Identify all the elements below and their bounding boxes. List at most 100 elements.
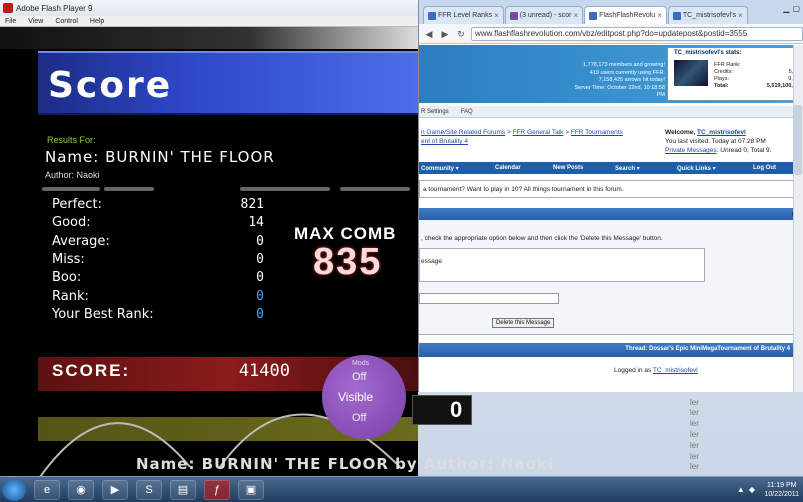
avatar[interactable] — [674, 60, 708, 86]
private-messages-link[interactable]: Private Messages — [665, 147, 717, 154]
song-author: Author: Naoki — [45, 170, 100, 180]
tab-close-icon[interactable]: × — [657, 11, 662, 20]
breadcrumb-link[interactable]: FFR General Talk — [513, 129, 564, 136]
tab-flashflashrevolution[interactable]: FlashFlashRevolu × — [584, 6, 667, 24]
maximize-icon[interactable]: ▢ — [792, 4, 800, 13]
chrome-icon[interactable]: ◉ — [68, 480, 94, 500]
reload-icon[interactable]: ↻ — [455, 28, 467, 40]
network-icon[interactable]: ▲ — [737, 485, 745, 494]
delete-options-box — [419, 248, 705, 282]
divider-dash — [104, 187, 154, 191]
thread-prefix: Thread: — [625, 346, 648, 352]
volume-icon[interactable]: ◆ — [749, 485, 755, 494]
media-icon[interactable]: ▶ — [102, 480, 128, 500]
reason-input[interactable] — [419, 293, 559, 304]
tab-user-stats[interactable]: TC_mistrisofevl's × — [667, 6, 748, 24]
tab-unread-score[interactable]: (3 unread) - scor × — [504, 6, 584, 24]
user-stats-title[interactable]: TC_mistrisofevl's stats: — [674, 50, 741, 56]
folder-icon[interactable]: ▤ — [170, 480, 196, 500]
tab-label: TC_mistrisofevl's — [682, 12, 736, 19]
stat-perfect-label: Perfect: — [52, 197, 102, 212]
welcome-prefix: Welcome, — [665, 129, 698, 136]
ie-icon[interactable]: e — [34, 480, 60, 500]
desktop-text-line: ler — [690, 398, 699, 407]
site-subnav: R Settings FAQ — [419, 106, 803, 118]
skype-icon[interactable]: S — [136, 480, 162, 500]
score-heading: Score — [48, 65, 173, 106]
minimize-icon[interactable]: ▁ — [783, 4, 789, 13]
divider-dash — [42, 187, 100, 191]
breadcrumb-link[interactable]: FFR Tournaments — [571, 129, 623, 136]
nav-calendar[interactable]: Calendar — [495, 165, 521, 171]
user-stat-key: Total: — [714, 83, 729, 89]
divider-dash — [240, 187, 330, 191]
welcome-user-link[interactable]: TC_mistrisofevl — [697, 129, 746, 136]
scrollbar-thumb[interactable] — [794, 105, 802, 175]
mods-visible-label: Visible — [338, 390, 374, 404]
system-tray: ▲ ◆ — [737, 485, 755, 494]
stat-server-time: Server Time: October 22nd, 10:18:58 PM — [574, 84, 666, 99]
tab-close-icon[interactable]: × — [574, 11, 579, 20]
site-stats: 1,778,173 members and growing! 419 users… — [569, 62, 666, 100]
menu-view[interactable]: View — [28, 18, 43, 25]
desktop-text-line: ler — [690, 452, 699, 461]
nav-quick-links[interactable]: Quick Links ▾ — [677, 165, 716, 172]
subnav-settings[interactable]: R Settings — [421, 109, 449, 115]
nav-new-posts[interactable]: New Posts — [553, 165, 583, 171]
user-stat-key: Plays: — [714, 76, 729, 82]
stat-boo-label: Boo: — [52, 270, 82, 285]
scrollbar[interactable] — [793, 45, 803, 392]
tab-ffr-level-ranks[interactable]: FFR Level Ranks × — [423, 6, 504, 24]
taskbar: e ◉ ▶ S ▤ ƒ ▣ ▲ ◆ 11:19 PM 10/22/2011 — [0, 476, 803, 502]
breadcrumb-link[interactable]: n Game/Site Related Forums — [421, 129, 505, 136]
desktop-text-line: ler — [690, 430, 699, 439]
tab-label: (3 unread) - scor — [519, 12, 572, 19]
menu-help[interactable]: Help — [90, 18, 104, 25]
nav-search[interactable]: Search ▾ — [615, 165, 640, 172]
stat-arrows: 7,158,425 arrows hit today! — [598, 77, 665, 83]
breadcrumb-link[interactable]: ent of Brutality 4 — [421, 138, 468, 145]
address-bar[interactable]: www.flashflashrevolution.com/vbz/editpos… — [471, 26, 803, 41]
welcome-box: Welcome, TC_mistrisofevl You last visite… — [665, 128, 803, 155]
stat-good-value: 14 — [248, 215, 264, 230]
breadcrumb: n Game/Site Related Forums > FFR General… — [421, 128, 661, 146]
flash-icon[interactable]: ƒ — [204, 480, 230, 500]
stat-best-rank-value: 0 — [256, 307, 264, 322]
nav-community[interactable]: Community ▾ — [421, 165, 459, 172]
tab-strip: FFR Level Ranks × (3 unread) - scor × Flas… — [419, 0, 803, 24]
favicon-icon — [672, 11, 681, 20]
subnav-faq[interactable]: FAQ — [461, 109, 473, 115]
browser-window[interactable]: FFR Level Ranks × (3 unread) - scor × Flas… — [418, 0, 803, 392]
start-button[interactable] — [2, 479, 26, 501]
window-controls: ▁ ▢ — [783, 4, 800, 13]
nav-log-out[interactable]: Log Out — [753, 165, 776, 171]
stat-miss-value: 0 — [256, 252, 264, 267]
stat-boo-value: 0 — [256, 270, 264, 285]
tab-close-icon[interactable]: × — [494, 11, 499, 20]
clock-time: 11:19 PM — [767, 482, 797, 489]
menu-file[interactable]: File — [5, 18, 16, 25]
user-stat-row: Plays:9,886 — [714, 76, 802, 82]
stat-rank-label: Rank: — [52, 289, 89, 304]
flash-player-window[interactable]: Adobe Flash Player 9 File View Control H… — [0, 0, 418, 476]
stat-members: 1,778,173 members and growing! — [583, 62, 665, 68]
logged-user-link[interactable]: TC_mistrisofevl — [653, 367, 698, 374]
stat-miss-label: Miss: — [52, 252, 85, 267]
app-icon[interactable]: ▣ — [238, 480, 264, 500]
desktop-text-line: ler — [690, 441, 699, 450]
flash-menu-bar: File View Control Help — [0, 16, 418, 27]
delete-message-button[interactable]: Delete this Message — [492, 318, 555, 328]
song-name: Name: BURNIN' THE FLOOR — [45, 148, 275, 166]
menu-control[interactable]: Control — [55, 18, 78, 25]
tab-label: FFR Level Ranks — [438, 12, 493, 19]
delete-instructions: , check the appropriate option below and… — [421, 235, 663, 242]
tab-close-icon[interactable]: × — [738, 11, 743, 20]
flash-title-bar[interactable]: Adobe Flash Player 9 — [0, 0, 418, 16]
clock[interactable]: 11:19 PM 10/22/2011 — [764, 481, 799, 499]
back-icon[interactable]: ◀ — [423, 28, 435, 40]
pm-count: : Unread 0, Total 9. — [716, 147, 772, 154]
delete-option-label: essage — [421, 258, 442, 265]
forward-icon[interactable]: ▶ — [439, 28, 451, 40]
window-title: Adobe Flash Player 9 — [16, 3, 93, 13]
game-zero-box — [412, 395, 472, 425]
